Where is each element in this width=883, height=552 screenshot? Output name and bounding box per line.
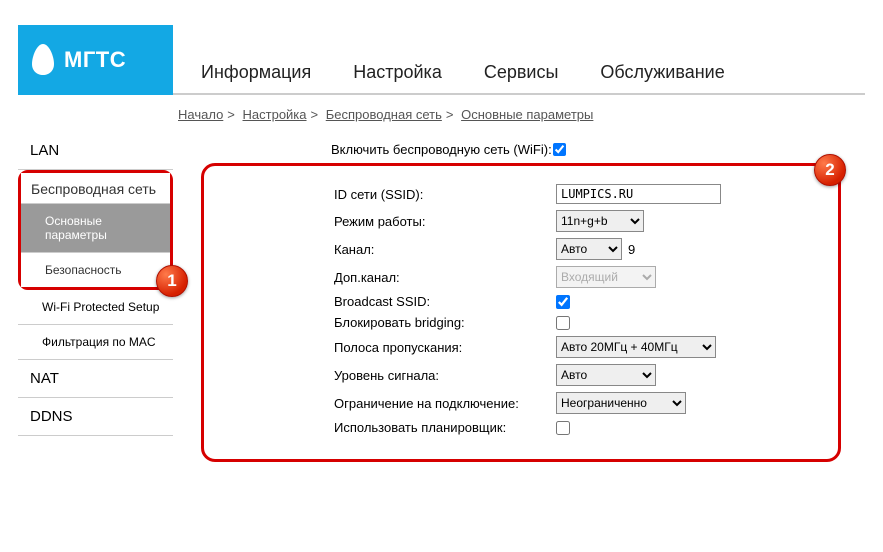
label-scheduler: Использовать планировщик:: [334, 420, 556, 435]
input-ssid[interactable]: [556, 184, 721, 204]
egg-icon: [30, 42, 56, 79]
crumb-wireless[interactable]: Беспроводная сеть: [326, 107, 442, 122]
label-broadcast: Broadcast SSID:: [334, 294, 556, 309]
select-signal[interactable]: Авто: [556, 364, 656, 386]
crumb-home[interactable]: Начало: [178, 107, 223, 122]
checkbox-bridging[interactable]: [556, 316, 570, 330]
label-mode: Режим работы:: [334, 214, 556, 229]
crumb-setup[interactable]: Настройка: [243, 107, 307, 122]
annotation-badge-2: 2: [814, 154, 846, 186]
row-extchannel: Доп.канал: Входящий: [334, 266, 818, 288]
select-limit[interactable]: Неограниченно: [556, 392, 686, 414]
sidebar-sub-macfilter[interactable]: Фильтрация по MAC: [18, 325, 173, 360]
sidebar-item-nat[interactable]: NAT: [18, 360, 173, 398]
row-mode: Режим работы: 11n+g+b: [334, 210, 818, 232]
row-bridging: Блокировать bridging:: [334, 315, 818, 330]
top-nav: Информация Настройка Сервисы Обслуживани…: [173, 62, 865, 95]
label-ssid: ID сети (SSID):: [334, 187, 556, 202]
sidebar-item-wireless[interactable]: Беспроводная сеть: [21, 173, 170, 204]
checkbox-broadcast[interactable]: [556, 295, 570, 309]
row-ssid: ID сети (SSID):: [334, 184, 818, 204]
label-signal: Уровень сигнала:: [334, 368, 556, 383]
nav-information[interactable]: Информация: [201, 62, 311, 83]
row-signal: Уровень сигнала: Авто: [334, 364, 818, 386]
label-enable-wifi: Включить беспроводную сеть (WiFi):: [331, 142, 553, 157]
settings-panel: 2 ID сети (SSID): Режим работы: 11n+g+b …: [201, 163, 841, 462]
checkbox-scheduler[interactable]: [556, 421, 570, 435]
label-limit: Ограничение на подключение:: [334, 396, 556, 411]
nav-setup[interactable]: Настройка: [353, 62, 442, 83]
sidebar-sub-wps[interactable]: Wi-Fi Protected Setup: [18, 290, 173, 325]
header: МГТС Информация Настройка Сервисы Обслуж…: [18, 25, 865, 95]
label-channel: Канал:: [334, 242, 556, 257]
sidebar-item-ddns[interactable]: DDNS: [18, 398, 173, 436]
breadcrumb: Начало> Настройка> Беспроводная сеть> Ос…: [178, 107, 865, 128]
row-bandwidth: Полоса пропускания: Авто 20МГц + 40МГц: [334, 336, 818, 358]
row-enable-wifi: Включить беспроводную сеть (WiFi):: [201, 142, 865, 157]
checkbox-enable-wifi[interactable]: [553, 143, 566, 156]
sidebar-sub-basic[interactable]: Основные параметры: [21, 204, 170, 252]
sidebar-sub-security[interactable]: Безопасность: [21, 252, 170, 287]
select-mode[interactable]: 11n+g+b: [556, 210, 644, 232]
channel-current: 9: [628, 242, 635, 257]
main-content: Включить беспроводную сеть (WiFi): 2 ID …: [173, 132, 865, 462]
label-extchannel: Доп.канал:: [334, 270, 556, 285]
row-limit: Ограничение на подключение: Неограниченн…: [334, 392, 818, 414]
select-bandwidth[interactable]: Авто 20МГц + 40МГц: [556, 336, 716, 358]
row-channel: Канал: Авто 9: [334, 238, 818, 260]
row-scheduler: Использовать планировщик:: [334, 420, 818, 435]
sidebar: LAN Беспроводная сеть Основные параметры…: [18, 132, 173, 462]
select-channel[interactable]: Авто: [556, 238, 622, 260]
crumb-basic[interactable]: Основные параметры: [461, 107, 593, 122]
nav-services[interactable]: Сервисы: [484, 62, 559, 83]
brand-text: МГТС: [64, 47, 126, 73]
nav-maintenance[interactable]: Обслуживание: [600, 62, 724, 83]
label-bandwidth: Полоса пропускания:: [334, 340, 556, 355]
sidebar-group-wireless: Беспроводная сеть Основные параметры Без…: [18, 170, 173, 290]
sidebar-item-lan[interactable]: LAN: [18, 132, 173, 170]
row-broadcast: Broadcast SSID:: [334, 294, 818, 309]
select-extchannel: Входящий: [556, 266, 656, 288]
brand-logo: МГТС: [18, 25, 173, 95]
label-bridging: Блокировать bridging:: [334, 315, 556, 330]
